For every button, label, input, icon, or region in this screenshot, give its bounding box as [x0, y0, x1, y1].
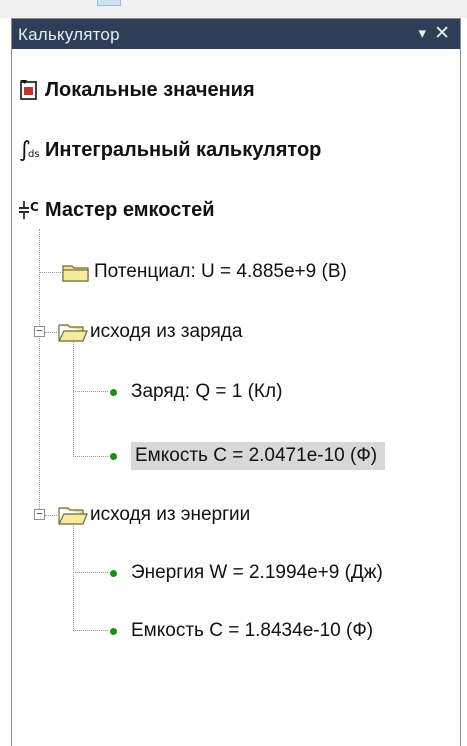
tab-indicator: [97, 0, 121, 6]
energy-item[interactable]: Энергия W = 2.1994e+9 (Дж): [110, 555, 383, 591]
integral-calculator-item[interactable]: ds Интегральный калькулятор: [18, 135, 321, 165]
from-energy-node[interactable]: исходя из энергии: [58, 497, 250, 533]
tree-line-energy-h2: [73, 630, 108, 631]
local-values-icon: [18, 78, 40, 102]
tree-line-charge-group: [73, 342, 74, 457]
potential-label: Потенциал: U = 4.885e+9 (В): [94, 261, 347, 282]
tree-line-energy-group: [73, 524, 74, 631]
panel-title: Калькулятор: [18, 25, 120, 44]
energy-label: Энергия W = 2.1994e+9 (Дж): [131, 562, 383, 583]
capacitance-energy-label: Емкость C = 1.8434e-10 (Ф): [131, 620, 374, 641]
charge-item[interactable]: Заряд: Q = 1 (Кл): [110, 374, 282, 410]
calculator-panel: Калькулятор ▾ ✕ Локальные значения ds Ин…: [11, 18, 461, 746]
local-values-item[interactable]: Локальные значения: [18, 75, 255, 105]
svg-text:ds: ds: [28, 149, 40, 160]
local-values-label: Локальные значения: [45, 78, 255, 101]
tree-line-charge-h2: [73, 456, 108, 457]
from-energy-label: исходя из энергии: [90, 504, 251, 525]
folder-open-icon: [58, 505, 88, 525]
from-charge-node[interactable]: исходя из заряда: [58, 314, 242, 350]
dropdown-icon[interactable]: ▾: [418, 24, 426, 42]
charge-label: Заряд: Q = 1 (Кл): [131, 381, 283, 402]
bullet-icon: [110, 569, 117, 577]
bullet-icon: [110, 452, 117, 460]
tree-line-energy-h1: [73, 572, 108, 573]
capacitor-wizard-icon: C: [18, 198, 40, 222]
svg-text:C: C: [30, 200, 39, 214]
folder-open-icon: [58, 322, 88, 342]
tree-line-charge-toggle: [45, 332, 57, 333]
potential-node[interactable]: Потенциал: U = 4.885e+9 (В): [62, 254, 347, 290]
bullet-icon: [110, 627, 117, 635]
capacitor-wizard-item[interactable]: C Мастер емкостей: [18, 195, 215, 225]
capacitance-charge-label: Емкость C = 2.0471e-10 (Ф): [131, 442, 386, 470]
integral-calculator-label: Интегральный калькулятор: [45, 138, 322, 161]
integral-calculator-icon: ds: [18, 138, 40, 162]
collapse-charge-toggle[interactable]: −: [34, 326, 45, 337]
bullet-icon: [110, 388, 117, 396]
close-icon[interactable]: ✕: [434, 22, 450, 45]
top-strip: [0, 0, 467, 18]
capacitor-wizard-label: Мастер емкостей: [45, 198, 215, 221]
capacitance-charge-item[interactable]: Емкость C = 2.0471e-10 (Ф): [110, 438, 386, 474]
tree-line-potential: [39, 272, 61, 273]
tree-line-charge-h1: [73, 391, 108, 392]
collapse-energy-toggle[interactable]: −: [34, 509, 45, 520]
from-charge-label: исходя из заряда: [90, 321, 243, 342]
folder-icon: [62, 262, 90, 282]
tree-line-energy-toggle: [45, 515, 57, 516]
capacitance-energy-item[interactable]: Емкость C = 1.8434e-10 (Ф): [110, 613, 373, 649]
panel-titlebar: Калькулятор ▾ ✕: [12, 19, 460, 49]
